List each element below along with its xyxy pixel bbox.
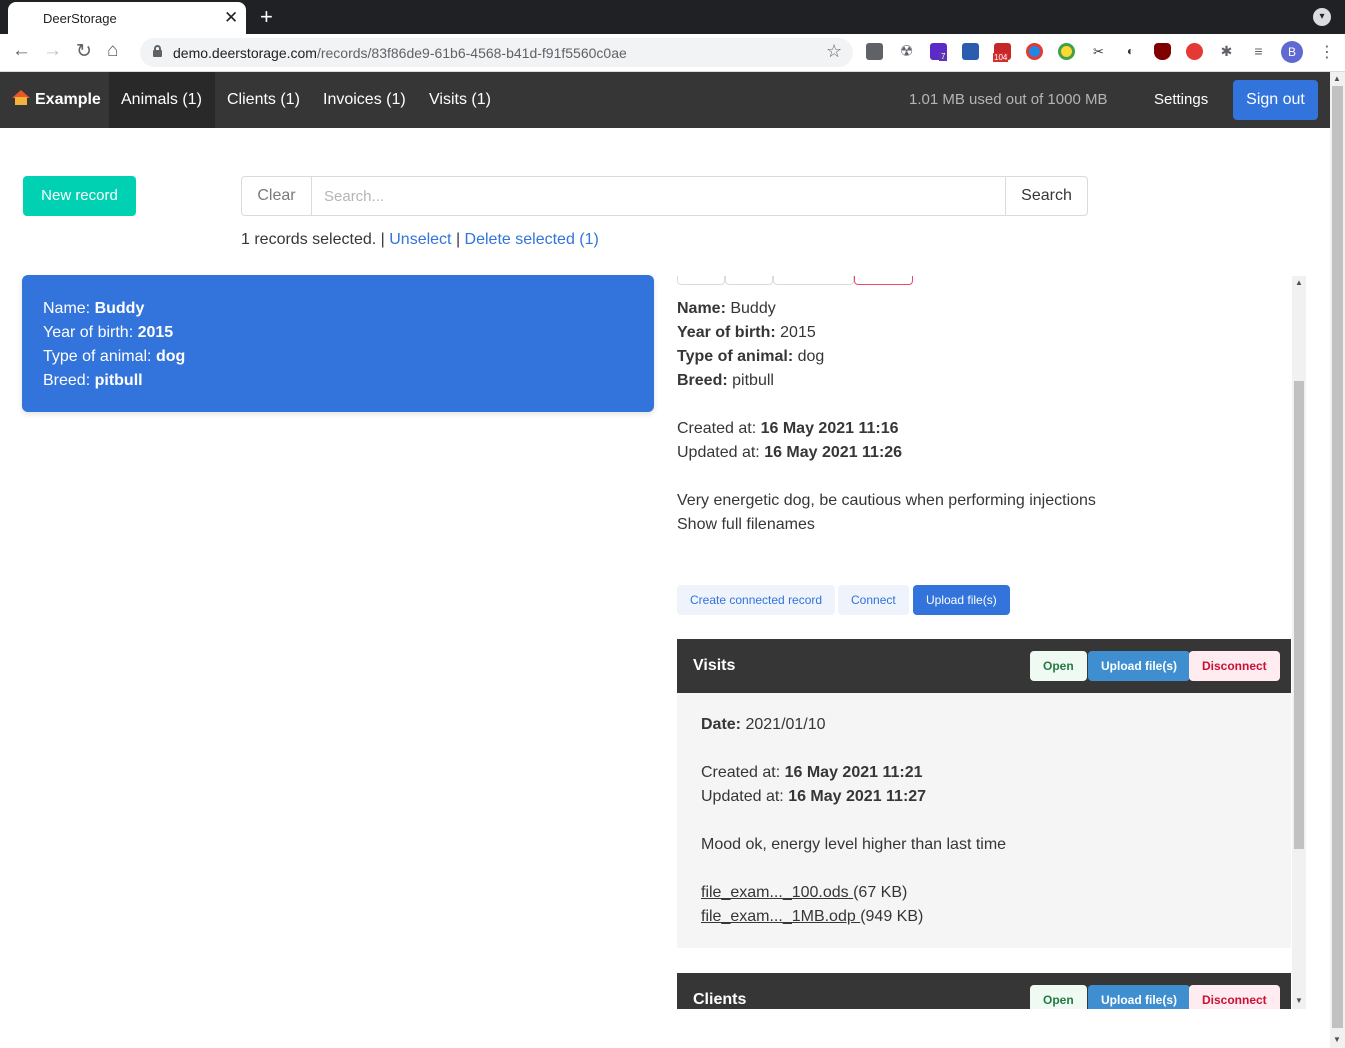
forward-icon[interactable]: → <box>43 40 62 62</box>
nav-item-visits[interactable]: Visits (1) <box>417 72 503 128</box>
media-control-icon[interactable]: ≡ <box>1250 43 1267 60</box>
extension-icon[interactable] <box>1026 43 1043 60</box>
new-record-button[interactable]: New record <box>23 176 136 216</box>
record-card[interactable]: Name: Buddy Year of birth: 2015 Type of … <box>22 275 654 412</box>
page-scrollbar[interactable]: ▲ ▼ <box>1330 72 1345 1048</box>
card-field-name: Name: Buddy <box>43 300 145 317</box>
clients-disconnect-button[interactable]: Disconnect <box>1189 985 1280 1009</box>
detail-scrollbar-thumb[interactable] <box>1294 381 1304 849</box>
unselect-link[interactable]: Unselect <box>389 231 451 248</box>
detail-delete-button[interactable] <box>854 276 913 285</box>
visits-section-title: Visits <box>693 657 736 674</box>
scroll-up-arrow-icon[interactable]: ▲ <box>1333 74 1341 83</box>
file-link[interactable]: file_exam..._100.ods <box>701 884 853 901</box>
close-icon[interactable]: ✕ <box>224 8 238 28</box>
clients-section-title: Clients <box>693 991 747 1008</box>
extension-icon[interactable]: 104 <box>993 43 1011 62</box>
detail-toolbar-button[interactable] <box>773 276 854 285</box>
scroll-down-arrow-icon[interactable]: ▼ <box>1295 996 1303 1005</box>
detail-toolbar <box>677 276 913 285</box>
brand-link[interactable]: Example <box>12 90 101 109</box>
visits-section-body: Date: 2021/01/10 Created at: 16 May 2021… <box>677 693 1291 948</box>
url-text: demo.deerstorage.com/records/83f86de9-61… <box>173 45 627 61</box>
visit-updated-at: Updated at: 16 May 2021 11:27 <box>701 788 927 805</box>
detail-field-name: Name: Buddy <box>677 300 776 317</box>
extensions-puzzle-icon[interactable]: ✱ <box>1218 43 1235 60</box>
extension-icon[interactable]: ◐ <box>1122 43 1139 60</box>
settings-link[interactable]: Settings <box>1154 91 1208 108</box>
bookmark-star-icon[interactable]: ☆ <box>826 41 842 62</box>
card-field-year: Year of birth: 2015 <box>43 324 174 341</box>
search-input[interactable] <box>311 176 1006 216</box>
sign-out-button[interactable]: Sign out <box>1233 80 1318 120</box>
tab-title: DeerStorage <box>43 11 117 26</box>
profile-avatar[interactable]: B <box>1281 41 1303 63</box>
record-detail-panel: Name: Buddy Year of birth: 2015 Type of … <box>665 276 1305 1009</box>
card-field-type: Type of animal: dog <box>43 348 186 365</box>
visits-open-button[interactable]: Open <box>1030 651 1087 681</box>
house-icon <box>12 90 30 105</box>
clients-upload-button[interactable]: Upload file(s) <box>1088 985 1191 1009</box>
detail-field-breed: Breed: pitbull <box>677 372 774 389</box>
browser-toolbar: ← → ↻ ⌂ demo.deerstorage.com/records/83f… <box>0 34 1345 72</box>
browser-tab[interactable]: DeerStorage ✕ <box>8 2 246 34</box>
extension-icon[interactable]: 7 <box>930 43 948 61</box>
nav-item-clients[interactable]: Clients (1) <box>215 72 312 128</box>
visits-disconnect-button[interactable]: Disconnect <box>1189 651 1280 681</box>
card-field-breed: Breed: pitbull <box>43 372 143 389</box>
app-navbar: Example Animals (1) Clients (1) Invoices… <box>0 72 1330 128</box>
storage-usage: 1.01 MB used out of 1000 MB <box>909 91 1108 108</box>
clients-section-header: Clients Open Upload file(s) Disconnect <box>677 973 1291 1009</box>
detail-field-type: Type of animal: dog <box>677 348 825 365</box>
show-full-filenames-link[interactable]: Show full filenames <box>677 516 815 534</box>
visits-upload-button[interactable]: Upload file(s) <box>1088 651 1191 681</box>
reload-icon[interactable]: ↻ <box>76 40 92 63</box>
home-icon[interactable]: ⌂ <box>107 40 118 62</box>
back-icon[interactable]: ← <box>12 40 31 62</box>
delete-selected-link[interactable]: Delete selected (1) <box>465 231 599 248</box>
file-link[interactable]: file_exam..._1MB.odp <box>701 908 860 925</box>
extension-icon[interactable]: ☢ <box>898 43 915 60</box>
extension-icon[interactable] <box>1186 43 1203 60</box>
tab-search-icon[interactable]: ▾ <box>1313 8 1331 26</box>
browser-tab-strip: DeerStorage ✕ + ▾ <box>0 0 1345 34</box>
file-item: file_exam..._1MB.odp (949 KB) <box>701 908 924 925</box>
extension-icon[interactable] <box>962 43 979 60</box>
visit-note: Mood ok, energy level higher than last t… <box>701 836 1007 853</box>
extension-icon[interactable] <box>1154 43 1171 60</box>
menu-icon[interactable]: ⋮ <box>1319 42 1335 62</box>
nav-item-invoices[interactable]: Invoices (1) <box>311 72 418 128</box>
page-scrollbar-thumb[interactable] <box>1332 86 1343 1028</box>
detail-scrollbar[interactable]: ▲ ▼ <box>1292 276 1306 1009</box>
visit-created-at: Created at: 16 May 2021 11:21 <box>701 764 923 781</box>
scroll-down-arrow-icon[interactable]: ▼ <box>1333 1035 1341 1044</box>
clear-button[interactable]: Clear <box>241 176 312 216</box>
address-bar[interactable]: demo.deerstorage.com/records/83f86de9-61… <box>140 38 853 67</box>
detail-toolbar-button[interactable] <box>677 276 725 285</box>
new-tab-icon[interactable]: + <box>260 4 273 30</box>
clients-open-button[interactable]: Open <box>1030 985 1087 1009</box>
detail-note: Very energetic dog, be cautious when per… <box>677 492 1096 509</box>
extension-icon[interactable]: ✂ <box>1090 43 1107 60</box>
visit-date: Date: 2021/01/10 <box>701 716 826 733</box>
selection-status: 1 records selected. | Unselect | Delete … <box>241 231 599 248</box>
nav-item-animals[interactable]: Animals (1) <box>109 72 215 128</box>
detail-field-year: Year of birth: 2015 <box>677 324 816 341</box>
connect-button[interactable]: Connect <box>838 585 909 615</box>
extension-icon[interactable] <box>1058 43 1075 60</box>
detail-toolbar-button[interactable] <box>725 276 773 285</box>
detail-created-at: Created at: 16 May 2021 11:16 <box>677 420 899 437</box>
file-item: file_exam..._100.ods (67 KB) <box>701 884 908 901</box>
visits-section-header: Visits Open Upload file(s) Disconnect <box>677 639 1291 693</box>
upload-files-button[interactable]: Upload file(s) <box>913 585 1010 615</box>
lock-icon <box>153 45 162 57</box>
detail-updated-at: Updated at: 16 May 2021 11:26 <box>677 444 903 461</box>
extension-icon[interactable] <box>866 43 883 60</box>
search-button[interactable]: Search <box>1005 176 1088 216</box>
scroll-up-arrow-icon[interactable]: ▲ <box>1295 278 1303 287</box>
create-connected-record-button[interactable]: Create connected record <box>677 585 836 615</box>
